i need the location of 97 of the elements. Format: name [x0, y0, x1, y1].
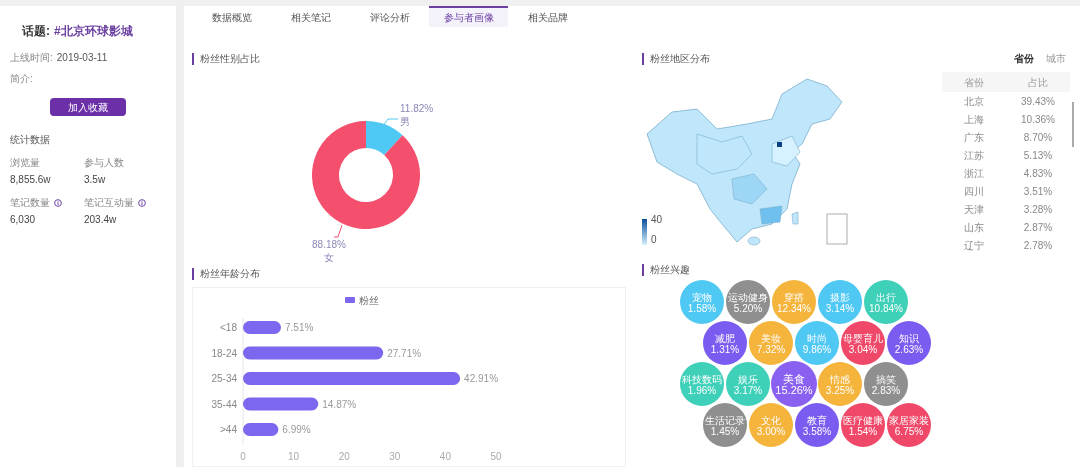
- stat-value: 3.5w: [84, 173, 107, 187]
- table-cell-text: 4.83%: [1022, 166, 1054, 181]
- table-cell-text: 2.87%: [1022, 220, 1054, 235]
- interest-bubble: 出行 10.84%: [864, 280, 908, 324]
- color-scale: [642, 219, 647, 245]
- toggle-option[interactable]: 省份: [1014, 51, 1034, 66]
- legend-min: 0: [651, 235, 658, 245]
- tab[interactable]: 相关品牌: [508, 6, 587, 27]
- stat-label: 参与人数: [84, 156, 124, 170]
- interest-bubble: 母婴育儿 3.04%: [841, 321, 885, 365]
- table-cell-text: 辽宁: [963, 238, 985, 253]
- stat-value: 6,030: [10, 213, 37, 227]
- table-cell-text: 山东: [963, 220, 985, 235]
- table-cell-text: 2.78%: [1022, 238, 1054, 253]
- bar-value: 14.87%: [322, 398, 357, 410]
- interest-bubble: 摄影 3.14%: [818, 280, 862, 324]
- stat-value: 203.4w: [84, 213, 118, 227]
- meta-label: 上线时间:: [10, 51, 53, 65]
- interest-bubble: 文化 3.00%: [749, 403, 793, 447]
- legend-max: 40: [651, 215, 663, 225]
- tab[interactable]: 参与者画像: [429, 6, 508, 27]
- column-header: 占比: [1027, 75, 1049, 90]
- table-cell-text: 北京: [963, 94, 985, 109]
- bar-value: 6.99%: [282, 424, 311, 435]
- stat-label: 笔记数量: [10, 196, 50, 210]
- tick-label: 50: [490, 451, 502, 462]
- interest-bubble: 科技数码 1.96%: [680, 362, 724, 406]
- table-cell-text: 浙江: [963, 166, 985, 181]
- axis-label: 25-34: [211, 373, 237, 384]
- meta-value: 2019-03-11: [56, 51, 108, 65]
- bar-value: 7.51%: [285, 322, 314, 333]
- leader-line: [381, 118, 399, 128]
- slice-label: 女: [324, 252, 334, 263]
- topic-name: #北京环球影城: [54, 23, 133, 40]
- slice-label: 男: [400, 116, 410, 127]
- interest-bubble: 家居家装 6.75%: [887, 403, 931, 447]
- table-cell-text: 广东: [963, 130, 985, 145]
- stat-value: 8,855.6w: [10, 173, 52, 187]
- table-cell-text: 5.13%: [1022, 148, 1054, 163]
- interest-bubble: 穿搭 12.34%: [772, 280, 816, 324]
- section-title: 粉丝性别占比: [200, 52, 260, 66]
- bar-value: 27.71%: [387, 347, 422, 359]
- column-header: 省份: [963, 75, 985, 90]
- table-cell-text: 10.36%: [1020, 112, 1056, 127]
- interest-bubble: 运动健身 5.20%: [726, 280, 770, 324]
- table-cell-text: 江苏: [963, 148, 985, 163]
- interest-bubble: 生活记录 1.45%: [703, 403, 747, 447]
- interest-bubble: 医疗健康 1.54%: [841, 403, 885, 447]
- axis-label: >44: [220, 424, 237, 435]
- table-cell-text: 上海: [963, 112, 985, 127]
- table-cell-text: 8.70%: [1022, 130, 1054, 145]
- axis-label: <18: [220, 322, 237, 333]
- table-cell-text: 39.43%: [1020, 94, 1056, 109]
- axis-label: 18-24: [211, 347, 237, 359]
- scrollbar: [1072, 102, 1074, 147]
- stats-heading: 统计数据: [10, 133, 51, 147]
- collect-button[interactable]: 加入收藏: [50, 98, 126, 116]
- interest-bubble: 教育 3.58%: [795, 403, 839, 447]
- slice-percent: 11.82%: [400, 103, 434, 114]
- tab[interactable]: 评论分析: [350, 6, 429, 27]
- interest-bubble: 搞笑 2.83%: [864, 362, 908, 406]
- bar: [243, 321, 281, 334]
- tab[interactable]: 数据概览: [192, 6, 271, 27]
- interest-bubble: 娱乐 3.17%: [726, 362, 770, 406]
- interest-bubble: 知识 2.63%: [887, 321, 931, 365]
- tick-label: 30: [389, 451, 401, 462]
- tick-label: 20: [338, 451, 350, 462]
- stat-label: 浏览量: [10, 156, 40, 170]
- slice-percent: 88.18%: [312, 239, 346, 250]
- chart-legend: 粉丝: [345, 295, 379, 306]
- interest-bubble: 时尚 9.86%: [795, 321, 839, 365]
- tab[interactable]: 相关笔记: [271, 6, 350, 27]
- section-title: 粉丝地区分布: [650, 52, 710, 66]
- section-title: 粉丝年龄分布: [200, 267, 260, 281]
- interest-bubble: 情感 3.25%: [818, 362, 862, 406]
- info-icon: [54, 198, 62, 207]
- interest-bubble: 宠物 1.58%: [680, 280, 724, 324]
- interest-bubble: 减肥 1.31%: [703, 321, 747, 365]
- tick-label: 0: [240, 451, 246, 462]
- leader-line: [333, 224, 343, 238]
- section-title: 粉丝兴趣: [650, 263, 690, 277]
- tick-label: 40: [439, 451, 451, 462]
- bar-value: 42.91%: [464, 373, 499, 384]
- axis-label: 35-44: [211, 398, 237, 410]
- info-icon: [138, 198, 146, 207]
- stat-label: 笔记互动量: [84, 196, 134, 210]
- table-cell-text: 四川: [963, 184, 985, 199]
- interest-bubble: 美食 15.26%: [771, 361, 817, 407]
- legend-label: 粉丝: [359, 295, 379, 306]
- interest-bubble: 美妆 7.32%: [749, 321, 793, 365]
- tick-label: 10: [288, 451, 300, 462]
- topic-label: 话题:: [22, 23, 50, 40]
- table-cell-text: 3.28%: [1022, 202, 1054, 217]
- table-cell-text: 天津: [963, 202, 985, 217]
- bar: [243, 423, 279, 436]
- meta-label: 简介:: [10, 72, 33, 86]
- table-cell-text: 3.51%: [1022, 184, 1054, 199]
